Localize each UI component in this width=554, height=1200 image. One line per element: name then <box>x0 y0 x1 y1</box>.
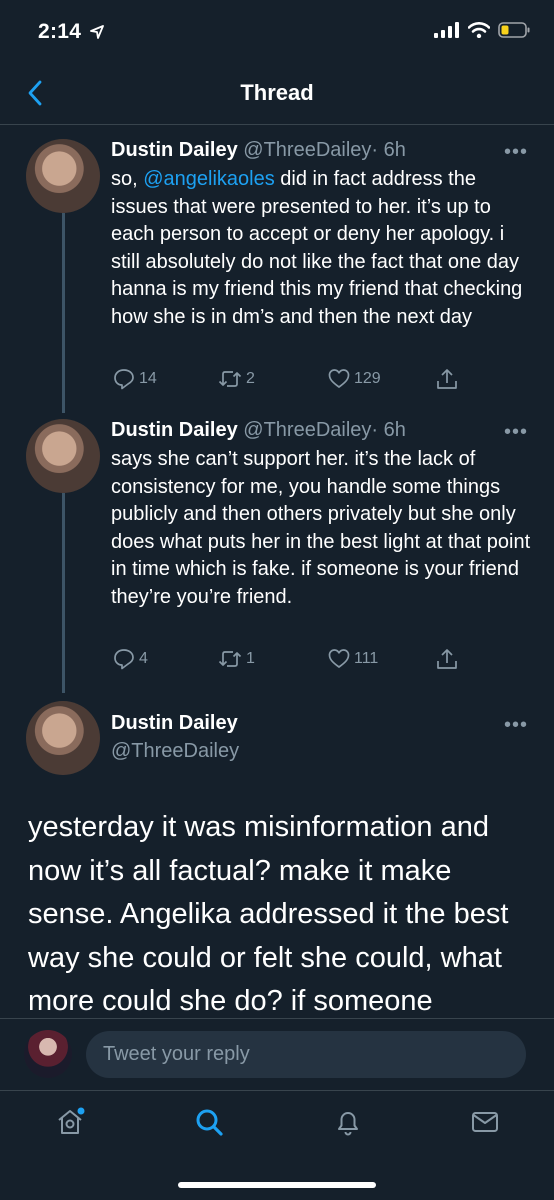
share-action[interactable] <box>436 647 458 671</box>
heart-icon <box>328 649 350 668</box>
author-name[interactable]: Dustin Dailey <box>111 419 238 441</box>
home-indicator <box>178 1182 376 1188</box>
thread-line <box>62 213 65 413</box>
tweet-header: Dustin Dailey @ThreeDailey· 6h <box>111 419 406 442</box>
author-handle[interactable]: @ThreeDailey <box>243 419 371 441</box>
author-name[interactable]: Dustin Dailey <box>111 139 238 161</box>
main-tweet-text: yesterday it was misinformation and now … <box>28 811 509 1017</box>
home-icon <box>58 1107 85 1134</box>
reply-icon <box>114 649 134 670</box>
tweet-time: · 6h <box>371 139 406 161</box>
tab-messages[interactable] <box>467 1104 503 1140</box>
like-action[interactable]: 129 <box>328 368 381 390</box>
page-title: Thread <box>240 80 314 105</box>
mail-icon <box>472 1112 498 1132</box>
reply-action[interactable]: 4 <box>113 648 148 670</box>
heart-icon <box>328 369 350 388</box>
share-icon <box>437 369 457 389</box>
search-icon <box>196 1109 223 1136</box>
tab-search[interactable] <box>191 1104 227 1140</box>
tab-bar-divider <box>0 1090 554 1091</box>
share-action[interactable] <box>436 367 458 391</box>
like-action[interactable]: 111 <box>328 648 378 670</box>
author-name[interactable]: Dustin Dailey <box>111 712 238 735</box>
status-time: 2:14 <box>38 20 105 44</box>
author-handle[interactable]: @ThreeDailey <box>111 740 239 763</box>
tweet-header: Dustin Dailey @ThreeDailey· 6h <box>111 139 406 162</box>
more-options-button[interactable]: ••• <box>504 421 528 444</box>
avatar[interactable] <box>26 419 100 493</box>
tweet-text: says she can’t support her. it’s the lac… <box>111 448 531 608</box>
avatar[interactable] <box>26 139 100 213</box>
header-divider <box>0 124 554 125</box>
retweet-icon <box>218 371 242 387</box>
tab-home[interactable] <box>52 1104 88 1140</box>
more-options-button[interactable]: ••• <box>504 141 528 164</box>
reply-input[interactable]: Tweet your reply <box>86 1031 526 1078</box>
more-options-button[interactable]: ••• <box>504 714 528 737</box>
author-handle[interactable]: @ThreeDailey <box>243 139 371 161</box>
wifi-icon <box>468 22 490 38</box>
mention-link[interactable]: @angelikaoles <box>143 168 275 190</box>
location-arrow-icon <box>90 25 105 39</box>
share-icon <box>437 649 457 669</box>
battery-icon <box>498 22 530 38</box>
signal-icon <box>434 22 459 38</box>
tweet-text: so, @angelikaoles did in fact address th… <box>111 168 523 328</box>
tweet-time: · 6h <box>371 419 406 441</box>
retweet-action[interactable]: 1 <box>218 648 255 670</box>
retweet-icon <box>218 651 242 667</box>
retweet-action[interactable]: 2 <box>218 368 255 390</box>
tab-notifications[interactable] <box>330 1104 366 1140</box>
thread-line <box>62 493 65 693</box>
avatar[interactable] <box>26 701 100 775</box>
reply-icon <box>114 369 134 390</box>
reply-divider <box>0 1018 554 1019</box>
status-icons <box>434 22 530 38</box>
reply-avatar <box>24 1030 72 1078</box>
reply-action[interactable]: 14 <box>113 368 157 390</box>
bell-icon <box>338 1112 358 1136</box>
